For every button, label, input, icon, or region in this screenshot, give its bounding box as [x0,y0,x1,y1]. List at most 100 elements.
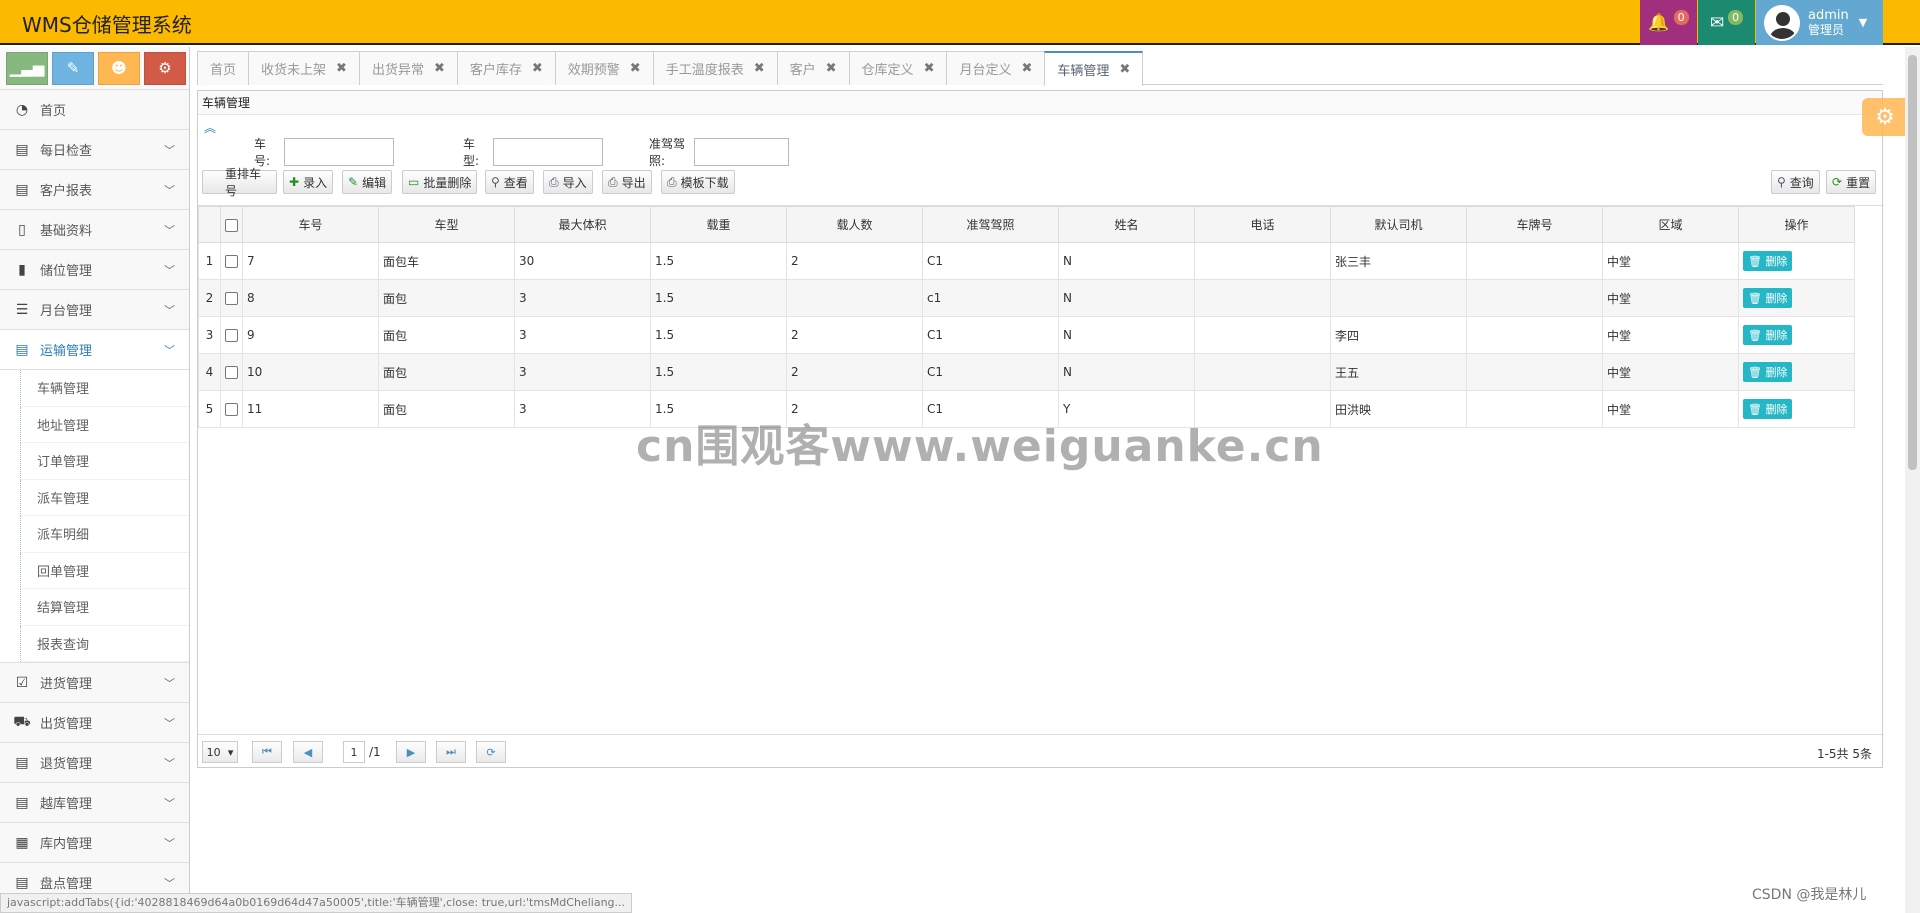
sidebar-item-platform[interactable]: ☰ 月台管理 ﹀ [0,290,189,330]
batch-delete-button[interactable]: ▭ 批量删除 [402,170,478,194]
sidebar-item-daily-check[interactable]: ▤ 每日检查 ﹀ [0,130,189,170]
sidebar-item-returns[interactable]: ▤ 退货管理 ﹀ [0,743,189,783]
delete-button[interactable]: 🗑 删除 [1743,288,1793,308]
column-header[interactable]: 车型 [378,206,515,243]
tab-home[interactable]: 首页 [197,51,250,85]
table-row[interactable]: 3 9 面包 3 1.5 2 C1 N 李四 中堂 🗑 删除 [198,316,1855,354]
submenu-item-report[interactable]: 报表查询 [20,625,189,662]
shortcut-cogs-button[interactable]: ⚙ [144,51,186,85]
refresh-button[interactable]: ⟳ [476,741,506,763]
next-page-button[interactable]: ▶ [396,741,426,763]
sidebar-item-crossdock[interactable]: ▤ 越库管理 ﹀ [0,783,189,823]
export-button[interactable]: ⎙ 导出 [602,170,652,194]
column-header[interactable]: 电话 [1194,206,1331,243]
sidebar-item-location[interactable]: ▮ 储位管理 ﹀ [0,250,189,290]
user-menu[interactable]: admin 管理员 ▼ [1756,0,1883,45]
row-checkbox[interactable] [225,329,238,342]
cell-type: 面包 [378,390,515,428]
shortcut-signal-button[interactable]: ▁▃▅ [6,51,48,85]
notifications-button[interactable]: 🔔 0 [1640,0,1697,45]
submenu-item-settlement[interactable]: 结算管理 [20,589,189,626]
page-scrollbar[interactable] [1905,47,1920,913]
reset-button[interactable]: ⟳ 重置 [1826,170,1877,194]
column-header[interactable]: 姓名 [1058,206,1195,243]
messages-button[interactable]: ✉ 0 [1698,0,1755,45]
tab-temperature-report[interactable]: 手工温度报表 ✖ [652,51,778,85]
license-input[interactable] [694,138,790,166]
close-icon[interactable]: ✖ [336,61,347,76]
close-icon[interactable]: ✖ [532,61,543,76]
sidebar-item-inbound[interactable]: ☑ 进货管理 ﹀ [0,663,189,703]
app-title[interactable]: WMS仓储管理系统 [22,9,192,38]
column-header[interactable]: 载人数 [786,206,923,243]
column-header[interactable]: 操作 [1738,206,1855,243]
tab-platform-def[interactable]: 月台定义 ✖ [946,51,1046,85]
submenu-item-vehicle[interactable]: 车辆管理 [20,370,189,407]
tab-warehouse-def[interactable]: 仓库定义 ✖ [848,51,948,85]
column-header[interactable]: 默认司机 [1330,206,1467,243]
template-download-button[interactable]: ⎙ 模板下载 [661,170,735,194]
column-header[interactable]: 最大体积 [514,206,651,243]
tab-customer-stock[interactable]: 客户库存 ✖ [456,51,556,85]
submenu-item-order[interactable]: 订单管理 [20,443,189,480]
sidebar-item-transport[interactable]: ▤ 运输管理 ﹀ [0,330,189,370]
close-icon[interactable]: ✖ [754,61,765,76]
tab-unshelved[interactable]: 收货未上架 ✖ [248,51,360,85]
import-button[interactable]: ⎙ 导入 [543,170,593,194]
tab-outbound-exception[interactable]: 出货异常 ✖ [358,51,458,85]
close-icon[interactable]: ✖ [434,61,445,76]
delete-button[interactable]: 🗑 删除 [1743,399,1793,419]
submenu-item-dispatch[interactable]: 派车管理 [20,479,189,516]
scrollbar-thumb[interactable] [1908,55,1917,470]
row-checkbox[interactable] [225,292,238,305]
column-header[interactable]: 载重 [650,206,787,243]
column-header[interactable]: 车牌号 [1466,206,1603,243]
sidebar-item-outbound[interactable]: ⛟ 出货管理 ﹀ [0,703,189,743]
page-input[interactable]: 1 [343,741,365,763]
first-page-button[interactable]: ⏮ [252,741,282,763]
page-size-select[interactable]: 10 ▾ [202,741,238,763]
close-icon[interactable]: ✖ [826,61,837,76]
close-icon[interactable]: ✖ [924,61,935,76]
car-type-input[interactable] [492,138,604,166]
sidebar-item-customer-report[interactable]: ▤ 客户报表 ﹀ [0,170,189,210]
view-button[interactable]: ⚲ 查看 [485,170,534,194]
delete-button[interactable]: 🗑 删除 [1743,362,1793,382]
close-icon[interactable]: ✖ [1119,62,1130,77]
column-header[interactable]: 准驾驾照 [922,206,1059,243]
close-icon[interactable]: ✖ [1021,61,1032,76]
submenu-item-address[interactable]: 地址管理 [20,406,189,443]
row-checkbox[interactable] [225,403,238,416]
delete-button[interactable]: 🗑 删除 [1743,325,1793,345]
prev-page-button[interactable]: ◀ [293,741,323,763]
row-checkbox[interactable] [225,366,238,379]
sidebar-item-in-warehouse[interactable]: ▦ 库内管理 ﹀ [0,823,189,863]
table-row[interactable]: 2 8 面包 3 1.5 c1 N 中堂 🗑 删除 [198,279,1855,317]
car-no-input[interactable] [283,138,395,166]
column-header[interactable]: 区域 [1602,206,1739,243]
close-icon[interactable]: ✖ [630,61,641,76]
submenu-item-dispatch-detail[interactable]: 派车明细 [20,516,189,553]
double-chevron-up-icon[interactable]: ︽ [204,119,216,136]
table-row[interactable]: 1 7 面包车 30 1.5 2 C1 N 张三丰 中堂 🗑 删除 [198,242,1855,280]
column-header[interactable]: 车号 [242,206,379,243]
tab-expiry-warning[interactable]: 效期预警 ✖ [554,51,654,85]
reorder-button[interactable]: 重排车号 [202,167,277,198]
row-checkbox[interactable] [225,255,238,268]
shortcut-pencil-button[interactable]: ✎ [52,51,94,85]
tab-vehicle-management[interactable]: 车辆管理 ✖ [1044,51,1144,86]
tab-customer[interactable]: 客户 ✖ [776,51,850,85]
query-button[interactable]: ⚲ 查询 [1771,170,1820,194]
edit-button[interactable]: ✎ 编辑 [342,170,393,194]
settings-toggle-button[interactable]: ⚙ [1862,98,1908,136]
sidebar-item-label: 首页 [40,104,67,119]
table-row[interactable]: 4 10 面包 3 1.5 2 C1 N 王五 中堂 🗑 删除 [198,353,1855,391]
select-all-checkbox[interactable] [225,218,238,232]
delete-button[interactable]: 🗑 删除 [1743,251,1793,271]
add-button[interactable]: ✚ 录入 [283,170,334,194]
sidebar-item-home[interactable]: ◔ 首页 [0,90,189,130]
sidebar-item-basic-data[interactable]: ▯ 基础资料 ﹀ [0,210,189,250]
last-page-button[interactable]: ⏭ [436,741,466,763]
submenu-item-receipt[interactable]: 回单管理 [20,552,189,589]
shortcut-users-button[interactable]: ☻ [98,51,140,85]
